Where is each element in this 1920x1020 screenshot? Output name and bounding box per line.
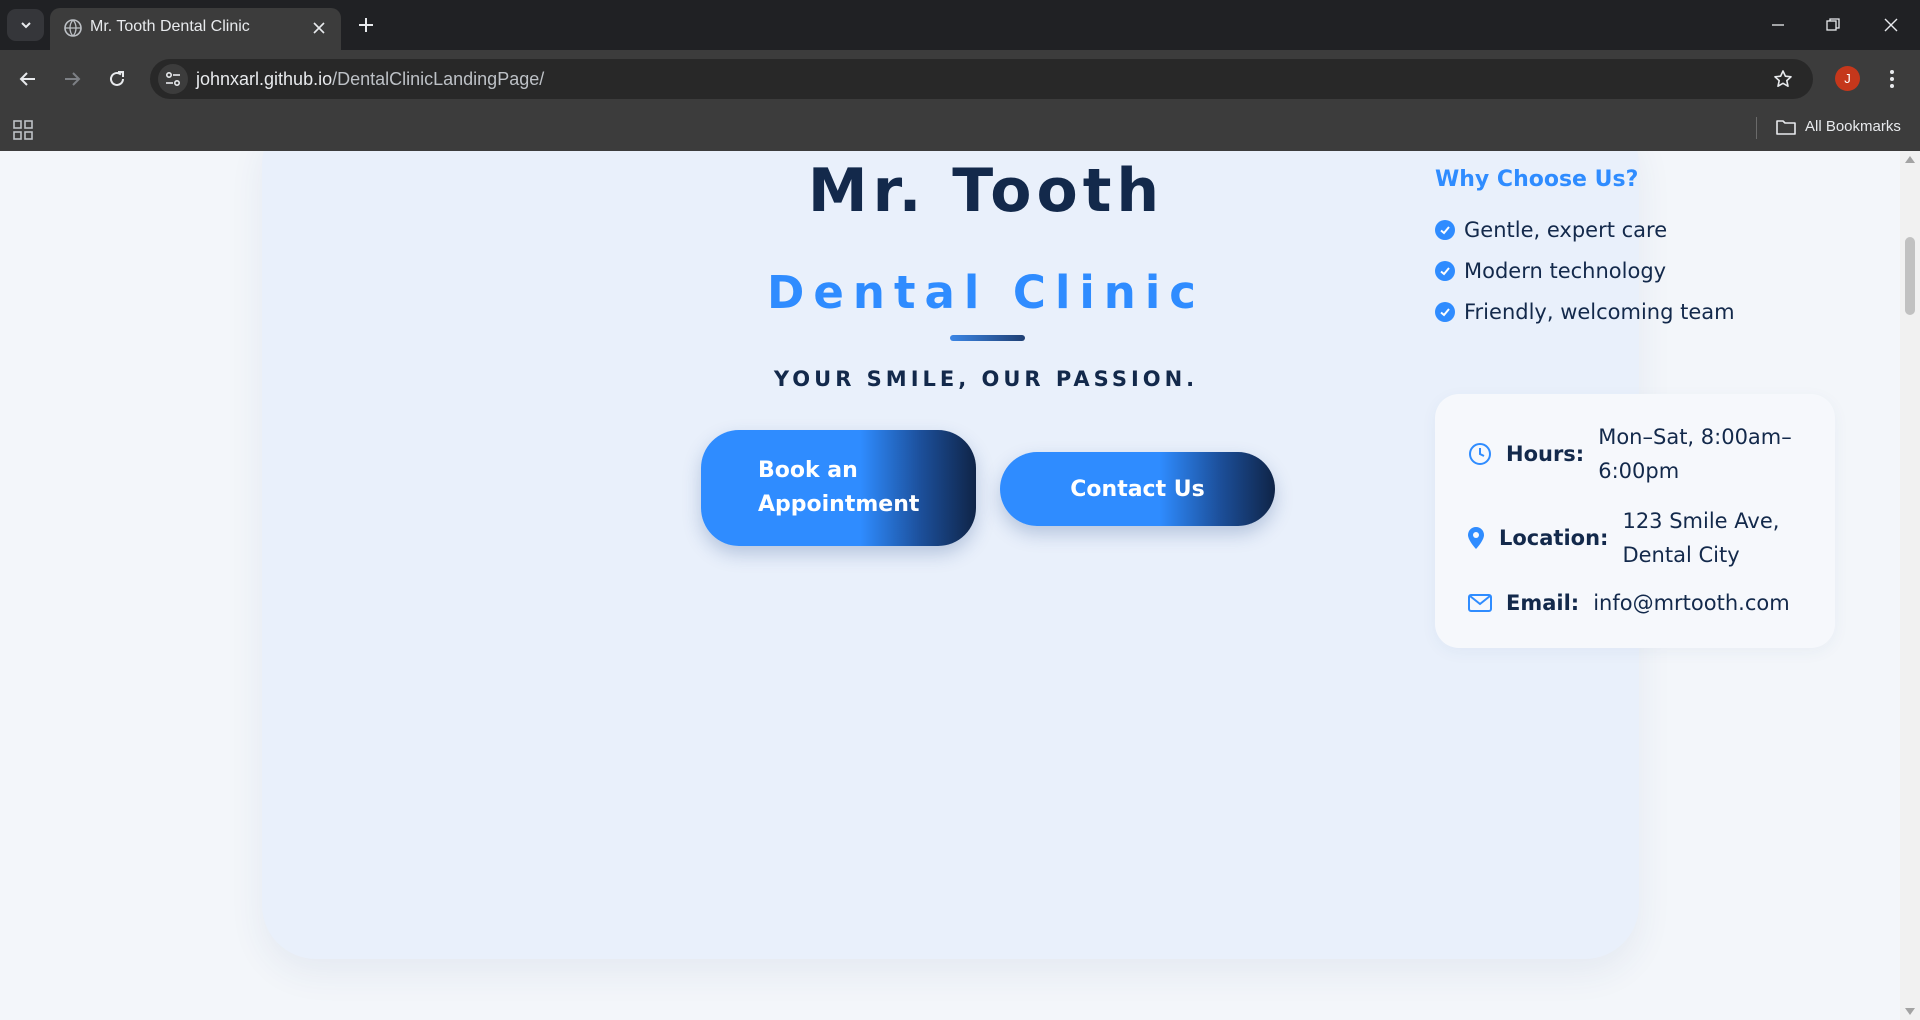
page-scrollbar[interactable]: [1900, 151, 1920, 1020]
profile-avatar[interactable]: J: [1835, 66, 1860, 91]
check-icon: [1435, 219, 1455, 240]
hero-card: Mr. Tooth Dental Clinic YOUR SMILE, OUR …: [262, 151, 1835, 959]
check-icon: [1435, 260, 1455, 281]
list-item: Gentle, expert care: [1435, 209, 1735, 250]
check-icon: [1435, 301, 1455, 322]
location-row: Location: 123 Smile Ave, Dental City: [1465, 504, 1779, 572]
book-appointment-button[interactable]: Book an Appointment: [701, 430, 976, 546]
hours-value-line-1: Mon–Sat, 8:00am–: [1598, 425, 1792, 449]
title-divider: [950, 335, 1025, 341]
contact-us-button[interactable]: Contact Us: [1000, 452, 1275, 526]
location-pin-icon: [1465, 525, 1487, 551]
scrollbar-thumb[interactable]: [1905, 237, 1915, 315]
why-choose-us-heading: Why Choose Us?: [1435, 167, 1639, 192]
kebab-icon: [1890, 70, 1894, 88]
bookmark-star-button[interactable]: [1771, 67, 1795, 91]
tab-title: Mr. Tooth Dental Clinic: [90, 18, 250, 35]
star-icon: [1774, 70, 1792, 87]
apps-icon[interactable]: [12, 119, 34, 141]
browser-menu-button[interactable]: [1880, 65, 1904, 93]
site-info-button[interactable]: [158, 64, 188, 94]
hours-label: Hours:: [1506, 442, 1585, 466]
folder-icon: [1776, 119, 1796, 135]
contact-info-card: Hours: Mon–Sat, 8:00am– 6:00pm Location:…: [1435, 394, 1835, 648]
hours-value-line-2: 6:00pm: [1598, 459, 1680, 483]
globe-icon: [64, 19, 82, 37]
all-bookmarks-label: All Bookmarks: [1805, 118, 1901, 135]
scroll-up-arrow[interactable]: [1905, 156, 1915, 163]
list-item: Modern technology: [1435, 250, 1735, 291]
browser-toolbar: johnxarl.github.io/DentalClinicLandingPa…: [0, 50, 1920, 108]
close-icon: [313, 22, 325, 34]
tab-strip: Mr. Tooth Dental Clinic: [0, 0, 1920, 50]
forward-icon: [65, 72, 81, 86]
active-tab[interactable]: Mr. Tooth Dental Clinic: [50, 8, 341, 50]
url-text[interactable]: johnxarl.github.io/DentalClinicLandingPa…: [196, 69, 544, 90]
bookmarks-bar: All Bookmarks: [0, 108, 1920, 151]
email-link[interactable]: info@mrtooth.com: [1593, 586, 1789, 620]
location-label: Location:: [1499, 526, 1609, 550]
site-info-icon: [165, 71, 181, 87]
scroll-down-arrow[interactable]: [1905, 1008, 1915, 1015]
book-button-line-1: Book an: [758, 458, 858, 483]
hero-tagline: YOUR SMILE, OUR PASSION.: [773, 367, 1199, 391]
url-host: johnxarl.github.io: [196, 69, 333, 89]
page-viewport: Mr. Tooth Dental Clinic YOUR SMILE, OUR …: [0, 151, 1900, 1020]
location-value: 123 Smile Ave, Dental City: [1622, 504, 1779, 572]
tab-close-button[interactable]: [309, 18, 329, 38]
close-window-button[interactable]: [1876, 10, 1906, 40]
minimize-button[interactable]: [1763, 10, 1793, 40]
address-bar[interactable]: johnxarl.github.io/DentalClinicLandingPa…: [150, 59, 1813, 99]
why-choose-us-list: Gentle, expert care Modern technology Fr…: [1435, 209, 1735, 332]
hero-title: Mr. Tooth: [807, 156, 1165, 226]
book-button-line-2: Appointment: [758, 492, 920, 517]
email-label: Email:: [1506, 591, 1580, 615]
restore-button[interactable]: [1818, 10, 1848, 40]
forward-button[interactable]: [57, 64, 87, 94]
back-icon: [19, 72, 35, 86]
new-tab-button[interactable]: [354, 13, 378, 37]
back-button[interactable]: [13, 64, 43, 94]
hero-subtitle: Dental Clinic: [767, 266, 1205, 319]
hours-value: Mon–Sat, 8:00am– 6:00pm: [1598, 420, 1792, 488]
list-item-label: Gentle, expert care: [1464, 217, 1668, 242]
url-path: /DentalClinicLandingPage/: [332, 69, 545, 89]
mail-icon: [1467, 590, 1493, 616]
clock-icon: [1467, 441, 1493, 467]
location-value-line-2: Dental City: [1622, 543, 1740, 567]
list-item-label: Friendly, welcoming team: [1464, 299, 1735, 324]
close-icon: [1884, 18, 1898, 32]
tab-search-icon: [20, 22, 31, 29]
all-bookmarks-button[interactable]: All Bookmarks: [1776, 118, 1901, 135]
reload-icon: [110, 71, 124, 86]
bookmarks-divider: [1756, 117, 1757, 139]
email-row: Email: info@mrtooth.com: [1467, 586, 1790, 620]
location-value-line-1: 123 Smile Ave,: [1622, 509, 1780, 533]
minimize-icon: [1772, 24, 1784, 26]
hours-row: Hours: Mon–Sat, 8:00am– 6:00pm: [1467, 420, 1792, 488]
plus-icon: [359, 18, 373, 32]
list-item: Friendly, welcoming team: [1435, 291, 1735, 332]
list-item-label: Modern technology: [1464, 258, 1667, 283]
restore-icon: [1826, 18, 1840, 31]
tab-search-button[interactable]: [7, 9, 44, 41]
reload-button[interactable]: [102, 64, 132, 94]
